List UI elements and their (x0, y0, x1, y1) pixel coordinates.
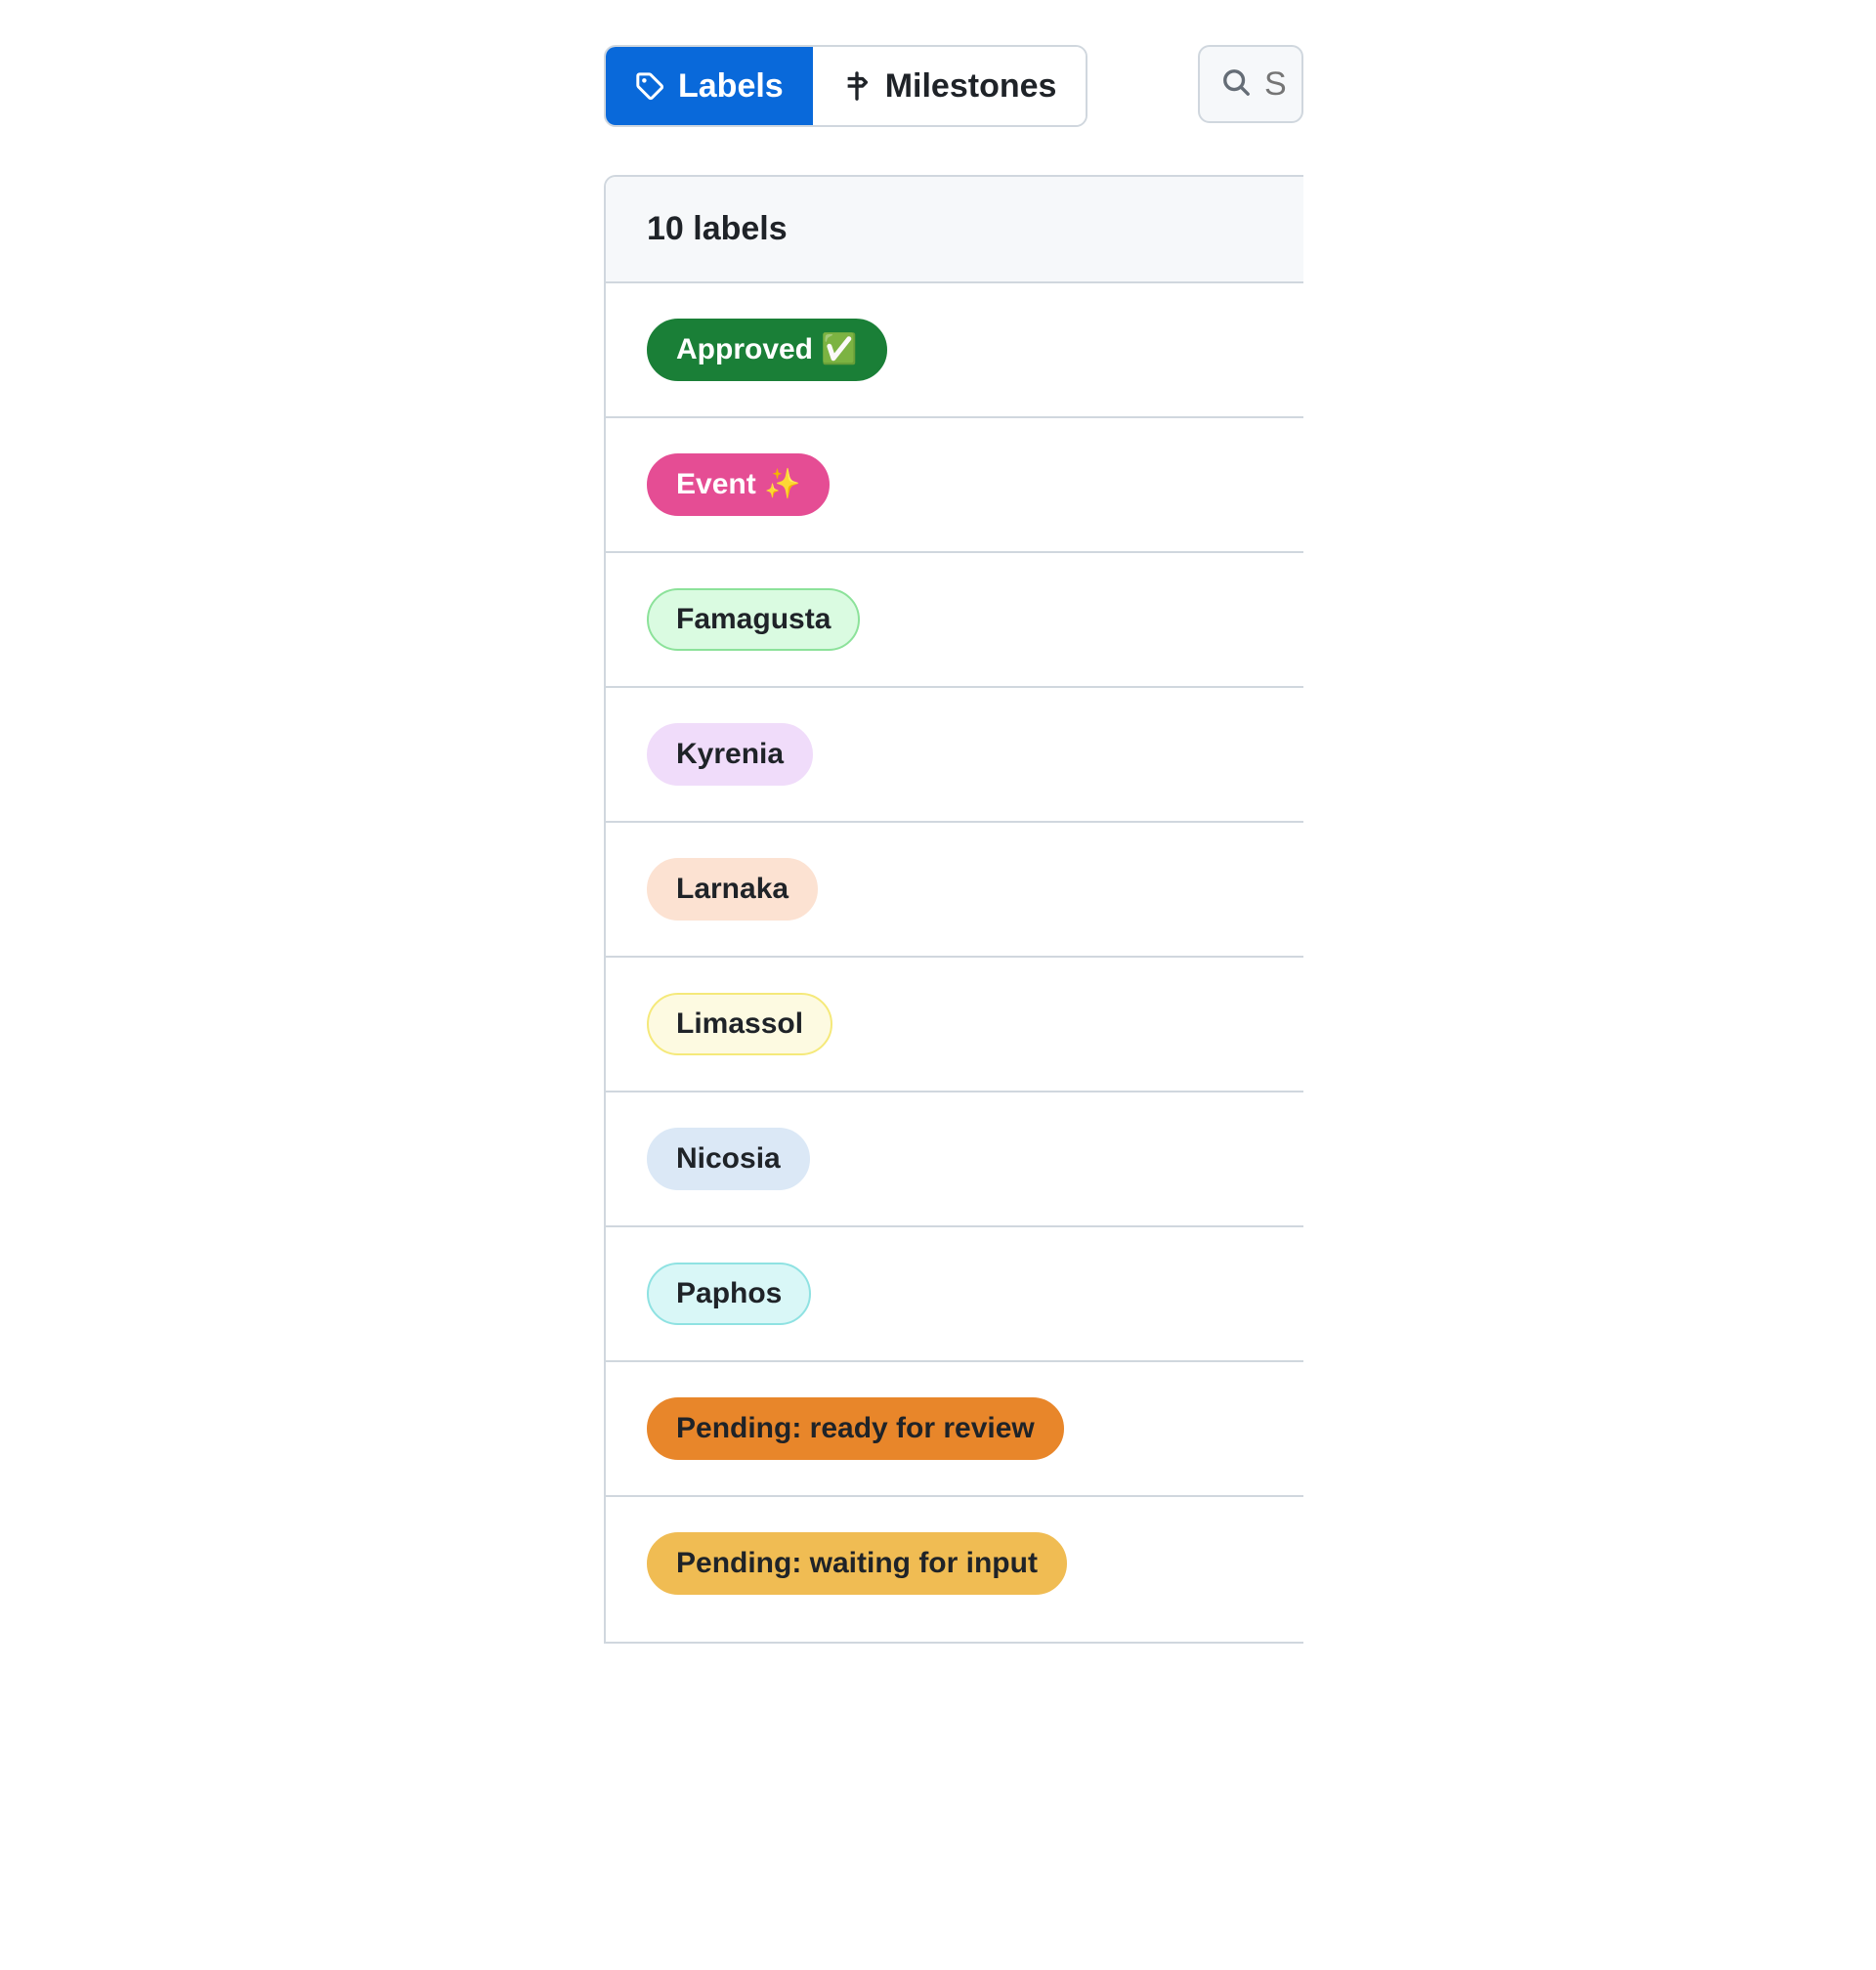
tab-labels-text: Labels (678, 67, 784, 106)
search-box[interactable] (1198, 45, 1303, 123)
labels-count-text: 10 labels (647, 210, 788, 247)
milestone-icon (842, 71, 872, 101)
search-input[interactable] (1264, 65, 1303, 104)
tab-labels[interactable]: Labels (606, 47, 813, 125)
label-pill[interactable]: Larnaka (647, 858, 818, 921)
label-pill[interactable]: Nicosia (647, 1128, 810, 1190)
labels-count-header: 10 labels (606, 177, 1303, 283)
label-pill[interactable]: Paphos (647, 1263, 811, 1325)
label-row: Event ✨ (606, 418, 1303, 553)
search-icon (1221, 67, 1251, 102)
tab-milestones-text: Milestones (885, 67, 1057, 106)
label-row: Pending: ready for review (606, 1362, 1303, 1497)
label-row: Famagusta (606, 553, 1303, 688)
tab-milestones[interactable]: Milestones (813, 47, 1087, 125)
label-pill[interactable]: Pending: ready for review (647, 1397, 1064, 1460)
label-pill[interactable]: Famagusta (647, 588, 860, 651)
label-row: Approved ✅ (606, 283, 1303, 418)
label-row: Pending: waiting for input (606, 1497, 1303, 1642)
label-row: Larnaka (606, 823, 1303, 958)
label-pill[interactable]: Approved ✅ (647, 319, 887, 381)
label-pill[interactable]: Kyrenia (647, 723, 813, 786)
label-pill[interactable]: Limassol (647, 993, 832, 1055)
label-pill[interactable]: Event ✨ (647, 453, 830, 516)
label-pill[interactable]: Pending: waiting for input (647, 1532, 1067, 1595)
label-row: Kyrenia (606, 688, 1303, 823)
label-row: Nicosia (606, 1092, 1303, 1227)
label-row: Limassol (606, 958, 1303, 1092)
label-row: Paphos (606, 1227, 1303, 1362)
labels-milestones-tabs: Labels Milestones (604, 45, 1087, 127)
tag-icon (635, 71, 664, 101)
labels-panel: 10 labels Approved ✅ Event ✨ Famagusta Kyre… (604, 175, 1303, 1644)
